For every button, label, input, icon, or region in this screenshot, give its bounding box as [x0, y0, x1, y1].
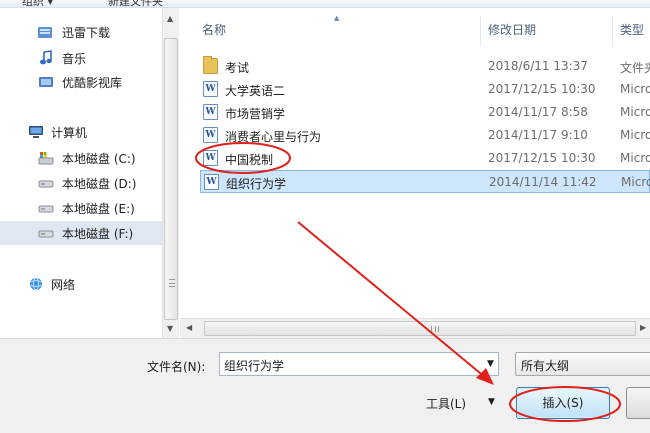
- nav-item-drive-f[interactable]: 本地磁盘 (F:): [0, 221, 162, 245]
- cancel-button[interactable]: [626, 387, 650, 419]
- word-document-icon: W: [203, 81, 218, 97]
- scroll-right-arrow-icon[interactable]: ▶: [640, 323, 646, 332]
- nav-item-label: 计算机: [51, 126, 88, 140]
- nav-item-network[interactable]: 网络: [0, 272, 162, 296]
- nav-item-label: 优酷影视库: [62, 76, 123, 90]
- file-list: ▲ 名称 修改日期 类型 考试 2018/6/11 13:37 文件夹 W 大学…: [180, 8, 650, 318]
- file-name: 组织行为学: [226, 177, 287, 191]
- thunder-download-folder-icon: [38, 27, 52, 38]
- insert-button[interactable]: 插入(S): [516, 387, 610, 419]
- chevron-down-icon[interactable]: ▼: [483, 353, 498, 375]
- file-row[interactable]: W 中国税制 2017/12/15 10:30 Micro: [200, 147, 650, 170]
- organize-button[interactable]: 组织 ▾: [22, 0, 53, 7]
- folder-icon: [203, 56, 218, 74]
- file-name: 大学英语二: [225, 84, 286, 98]
- navigation-pane: 迅雷下载 音乐 优酷影视库 计算机 本地磁盘 (C:) 本地磁盘 (D:) 本地…: [0, 8, 162, 338]
- scroll-up-arrow-icon[interactable]: ▲: [167, 14, 173, 23]
- word-document-icon: W: [203, 104, 218, 120]
- file-type: Micro: [620, 82, 650, 96]
- file-row[interactable]: W 消费者心里与行为 2014/11/17 9:10 Micro: [200, 124, 650, 147]
- file-row[interactable]: W 大学英语二 2017/12/15 10:30 Micro: [200, 78, 650, 101]
- file-name: 市场营销学: [225, 107, 286, 121]
- nav-item-music[interactable]: 音乐: [0, 46, 162, 70]
- sort-indicator-icon: ▲: [334, 14, 340, 22]
- nav-item-label: 迅雷下载: [62, 26, 111, 40]
- column-divider[interactable]: [612, 16, 613, 46]
- nav-item-label: 本地磁盘 (F:): [62, 227, 134, 241]
- video-library-icon: [39, 77, 53, 87]
- nav-item-computer[interactable]: 计算机: [0, 120, 162, 144]
- nav-item-drive-c[interactable]: 本地磁盘 (C:): [0, 146, 162, 170]
- file-date: 2018/6/11 13:37: [488, 59, 588, 73]
- file-name: 消费者心里与行为: [225, 130, 322, 144]
- column-header-type[interactable]: 类型: [620, 21, 644, 38]
- column-header-name[interactable]: 名称: [202, 21, 226, 38]
- tools-menu-button[interactable]: 工具(L): [426, 395, 466, 412]
- file-type: 文件夹: [620, 61, 650, 75]
- file-row-exam-folder[interactable]: 考试 2018/6/11 13:37 文件夹: [200, 55, 650, 78]
- word-document-icon: W: [203, 150, 218, 166]
- nav-item-label: 本地磁盘 (E:): [62, 202, 135, 216]
- nav-item-drive-e[interactable]: 本地磁盘 (E:): [0, 196, 162, 220]
- nav-item-label: 网络: [51, 278, 76, 292]
- nav-item-label: 本地磁盘 (D:): [62, 177, 137, 191]
- scroll-down-arrow-icon[interactable]: ▼: [167, 324, 173, 333]
- nav-item-youku[interactable]: 优酷影视库: [0, 70, 162, 94]
- nav-item-label: 本地磁盘 (C:): [62, 152, 136, 166]
- system-drive-icon: [38, 152, 54, 165]
- file-type-filter-select[interactable]: 所有大纲: [515, 352, 650, 376]
- file-date: 2017/12/15 10:30: [488, 82, 596, 96]
- nav-vertical-scrollbar[interactable]: ▲ ▼: [162, 8, 179, 338]
- file-name: 中国税制: [225, 153, 274, 167]
- command-toolbar: 组织 ▾ 新建文件夹: [0, 0, 650, 8]
- nav-item-thunder-download[interactable]: 迅雷下载: [0, 20, 162, 44]
- nav-item-label: 音乐: [62, 52, 87, 66]
- computer-icon: [29, 126, 43, 138]
- dialog-bottom-panel: 文件名(N): 组织行为学 ▼ 所有大纲 工具(L) ▼ 插入(S): [0, 338, 650, 433]
- drive-icon: [38, 180, 54, 188]
- column-header-date[interactable]: 修改日期: [488, 21, 536, 38]
- music-icon: [40, 50, 52, 65]
- network-icon: [30, 277, 42, 291]
- horizontal-scroll-thumb[interactable]: [204, 321, 636, 336]
- file-list-horizontal-scrollbar[interactable]: ◀ ▶: [180, 318, 650, 338]
- drive-icon: [38, 205, 54, 213]
- file-name: 考试: [225, 61, 250, 75]
- word-document-icon: W: [203, 127, 218, 143]
- file-date: 2017/12/15 10:30: [488, 151, 596, 165]
- nav-item-drive-d[interactable]: 本地磁盘 (D:): [0, 171, 162, 195]
- scroll-left-arrow-icon[interactable]: ◀: [186, 323, 192, 332]
- file-date: 2014/11/17 9:10: [488, 128, 588, 142]
- column-divider[interactable]: [480, 16, 481, 46]
- grip-icon: [169, 279, 175, 287]
- new-folder-button[interactable]: 新建文件夹: [108, 0, 163, 7]
- file-row[interactable]: W 市场营销学 2014/11/17 8:58 Micro: [200, 101, 650, 124]
- grip-icon: [431, 326, 439, 332]
- file-type: Micro: [620, 128, 650, 142]
- filename-input[interactable]: 组织行为学: [219, 352, 499, 376]
- file-date: 2014/11/14 11:42: [489, 175, 597, 189]
- file-type: Micro: [620, 105, 650, 119]
- file-row-selected[interactable]: W 组织行为学 2014/11/14 11:42 Micro: [200, 170, 650, 193]
- file-type: Micro: [621, 175, 650, 189]
- nav-scroll-thumb[interactable]: [164, 38, 178, 320]
- file-date: 2014/11/17 8:58: [488, 105, 588, 119]
- filename-label: 文件名(N):: [147, 360, 206, 374]
- chevron-down-icon[interactable]: ▼: [488, 397, 495, 407]
- drive-icon: [38, 230, 54, 238]
- file-type: Micro: [620, 151, 650, 165]
- word-document-icon: W: [204, 174, 219, 190]
